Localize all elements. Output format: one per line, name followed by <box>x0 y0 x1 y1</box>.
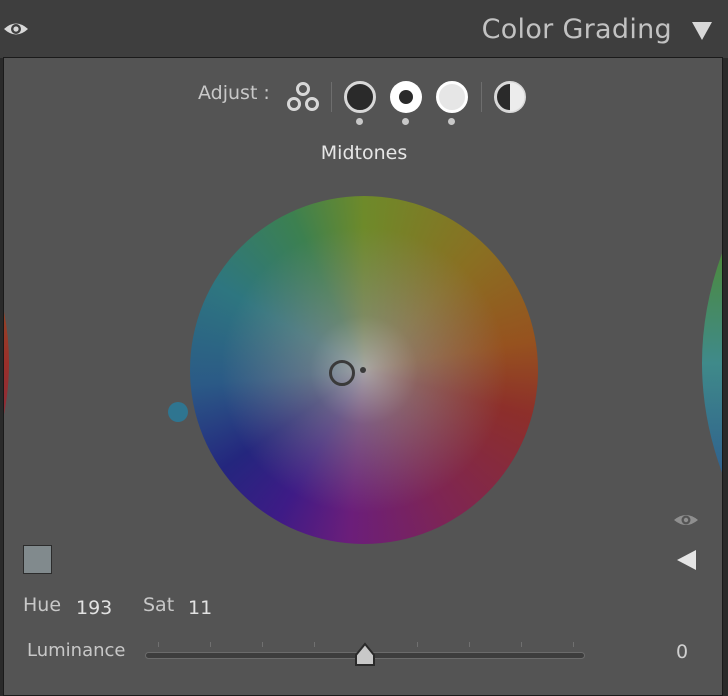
shadows-wheel-partial[interactable] <box>3 248 34 478</box>
luminance-value[interactable]: 0 <box>676 641 688 663</box>
slider-tick <box>262 642 263 647</box>
panel-title[interactable]: Color Grading <box>482 14 672 45</box>
slider-tick <box>314 642 315 647</box>
slider-tick <box>417 642 418 647</box>
sat-value[interactable]: 11 <box>188 597 212 619</box>
mode-indicator-dot <box>356 118 363 125</box>
color-grading-panel: Adjust : Midtones Hue 193 Sat 11 Luminan… <box>3 57 723 696</box>
slider-tick <box>573 642 574 647</box>
slider-tick <box>521 642 522 647</box>
luminance-slider-thumb[interactable] <box>353 642 377 668</box>
adjust-label: Adjust : <box>198 82 270 104</box>
half-circle-icon[interactable] <box>493 80 527 114</box>
slider-tick <box>210 642 211 647</box>
slider-tick <box>469 642 470 647</box>
sat-label: Sat <box>143 594 175 616</box>
three-circles-icon[interactable] <box>284 80 322 114</box>
midtone-circle-icon[interactable] <box>389 80 423 114</box>
triangle-left-icon[interactable] <box>674 548 698 572</box>
highlights-wheel-partial[interactable] <box>690 248 723 478</box>
hue-label: Hue <box>23 594 62 616</box>
separator <box>331 82 332 112</box>
hue-value[interactable]: 193 <box>76 597 112 619</box>
color-wheel-offset-dot <box>360 367 366 373</box>
eye-icon[interactable] <box>3 18 29 40</box>
triangle-down-icon[interactable] <box>690 20 714 42</box>
color-swatch[interactable] <box>23 545 52 574</box>
dark-circle-icon[interactable] <box>343 80 377 114</box>
section-title: Midtones <box>320 142 408 164</box>
panel-header: Color Grading <box>0 0 728 58</box>
eye-icon[interactable] <box>673 510 699 530</box>
separator <box>481 82 482 112</box>
luminance-label: Luminance <box>27 640 126 661</box>
color-wheel-center-handle[interactable] <box>329 360 355 386</box>
mode-indicator-dot <box>402 118 409 125</box>
light-circle-icon[interactable] <box>435 80 469 114</box>
hue-handle[interactable] <box>168 402 188 422</box>
mode-indicator-dot <box>448 118 455 125</box>
slider-tick <box>158 642 159 647</box>
